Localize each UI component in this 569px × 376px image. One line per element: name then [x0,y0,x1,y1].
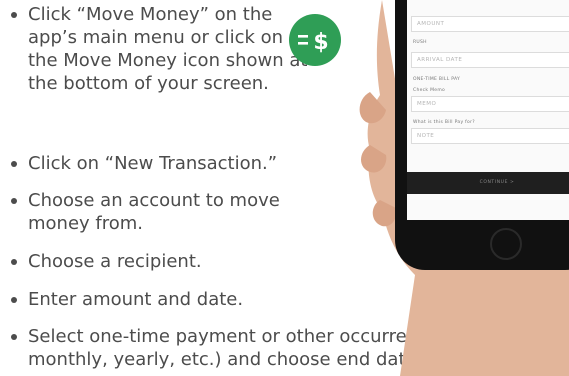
bill-for-label: What is this Bill Pay for? [413,120,475,125]
one-time-bill-pay-label: ONE-TIME BILL PAY [413,77,461,82]
instruction-step-3: Choose an account to move money from. [10,189,328,235]
arrival-date-field[interactable]: ARRIVAL DATE [411,52,569,68]
instruction-step-4: Choose a recipient. [10,250,202,273]
amount-field[interactable]: AMOUNT [411,16,569,32]
phone-screen: AMOUNT RUSH ARRIVAL DATE ONE-TIME BILL P… [407,0,569,220]
phone-mockup: AMOUNT RUSH ARRIVAL DATE ONE-TIME BILL P… [395,0,569,270]
move-money-icon: $ [289,14,341,66]
instruction-step-1: Click “Move Money” on the app’s main men… [10,3,318,95]
continue-button[interactable]: CONTINUE > [407,172,569,194]
instruction-step-5: Enter amount and date. [10,288,243,311]
rush-label: RUSH [413,40,427,45]
instruction-step-2: Click on “New Transaction.” [10,152,358,175]
home-button[interactable] [490,228,522,260]
dollar-equals-icon: $ [298,30,329,55]
memo-field[interactable]: MEMO [411,96,569,112]
check-memo-label: Check Memo [413,88,446,93]
note-field[interactable]: NOTE [411,128,569,144]
svg-text:$: $ [313,30,328,55]
